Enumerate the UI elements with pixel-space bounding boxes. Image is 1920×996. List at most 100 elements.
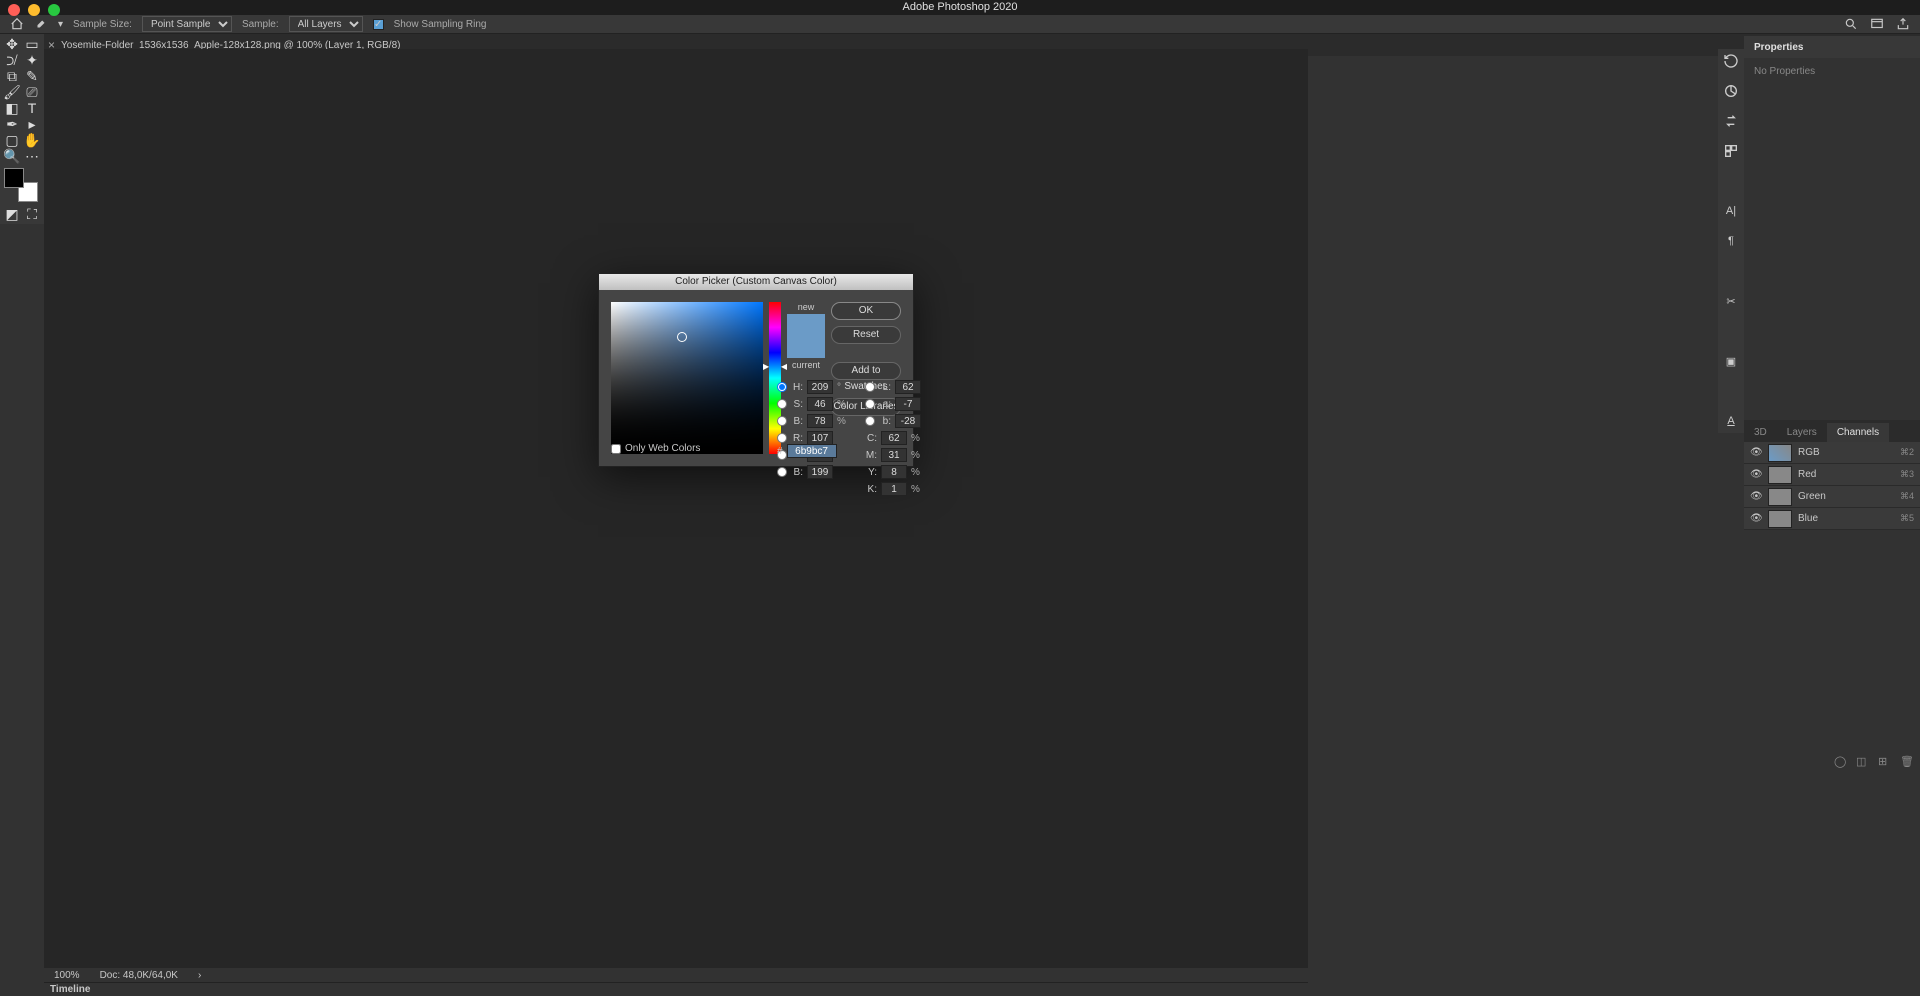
shape-tool-icon[interactable]: ▢ <box>2 132 22 148</box>
zoom-tool-icon[interactable]: 🔍 <box>2 148 22 164</box>
k-input[interactable] <box>881 482 907 496</box>
h-radio[interactable] <box>777 382 787 392</box>
brush-tool-icon[interactable]: 🖌 <box>2 84 22 100</box>
canvas-area[interactable] <box>44 49 1308 968</box>
channel-row-red[interactable]: 👁 Red ⌘3 <box>1744 464 1920 486</box>
marquee-tool-icon[interactable]: ▭ <box>22 36 42 52</box>
timeline-bar[interactable]: Timeline <box>44 982 1308 996</box>
a-input[interactable] <box>895 397 921 411</box>
minimize-window-button[interactable] <box>28 4 40 16</box>
tab-layers[interactable]: Layers <box>1777 423 1827 442</box>
bl-radio[interactable] <box>865 416 875 426</box>
channel-row-rgb[interactable]: 👁 RGB ⌘2 <box>1744 442 1920 464</box>
bl-label: b: <box>879 416 891 427</box>
hand-tool-icon[interactable]: ✋ <box>22 132 42 148</box>
h-input[interactable] <box>807 380 833 394</box>
quickmask-tool-icon[interactable]: ◩ <box>2 206 22 222</box>
delete-channel-icon[interactable]: 🗑 <box>1900 755 1912 767</box>
doc-info-chevron-icon[interactable]: › <box>198 970 201 981</box>
pct-unit: % <box>837 416 847 427</box>
br-radio[interactable] <box>777 467 787 477</box>
home-icon[interactable] <box>10 17 24 31</box>
l-input[interactable] <box>895 380 921 394</box>
channel-row-blue[interactable]: 👁 Blue ⌘5 <box>1744 508 1920 530</box>
new-color-swatch <box>787 314 825 336</box>
type-tool-icon[interactable]: T <box>22 100 42 116</box>
eyedropper-icon[interactable] <box>34 17 48 31</box>
a-radio[interactable] <box>865 399 875 409</box>
typekit-panel-icon[interactable]: A <box>1723 413 1739 429</box>
r-radio[interactable] <box>777 433 787 443</box>
add-to-swatches-button[interactable]: Add to Swatches <box>831 362 901 380</box>
show-sampling-ring-checkbox[interactable]: ✓ <box>373 19 384 30</box>
lasso-tool-icon[interactable]: ⟉ <box>2 52 22 68</box>
r-input[interactable] <box>807 431 833 445</box>
sample-size-label: Sample Size: <box>73 19 132 30</box>
swap-panel-icon[interactable] <box>1723 113 1739 129</box>
reset-button[interactable]: Reset <box>831 326 901 344</box>
hex-label: # <box>777 446 783 457</box>
clone-stamp-tool-icon[interactable]: ⎚ <box>22 84 42 100</box>
options-bar: ▾ Sample Size: Point Sample Sample: All … <box>0 15 1920 34</box>
edit-toolbar-icon[interactable]: ⋯ <box>22 148 42 164</box>
gradient-tool-icon[interactable]: ◧ <box>2 100 22 116</box>
screenmode-tool-icon[interactable]: ⛶ <box>22 206 42 222</box>
visibility-icon[interactable]: 👁 <box>1750 491 1762 503</box>
workspace-icon[interactable] <box>1870 17 1884 31</box>
channel-row-green[interactable]: 👁 Green ⌘4 <box>1744 486 1920 508</box>
color-field[interactable] <box>611 302 763 454</box>
br-input[interactable] <box>807 465 833 479</box>
tab-channels[interactable]: Channels <box>1827 423 1889 442</box>
m-label: M: <box>865 450 877 461</box>
r-label: R: <box>791 433 803 444</box>
visibility-icon[interactable]: 👁 <box>1750 447 1762 459</box>
doc-info[interactable]: Doc: 48,0K/64,0K <box>100 970 178 981</box>
zoom-field[interactable]: 100% <box>54 970 80 981</box>
s-input[interactable] <box>807 397 833 411</box>
bv-radio[interactable] <box>777 416 787 426</box>
tool-preset-chevron-icon[interactable]: ▾ <box>58 19 63 30</box>
maximize-window-button[interactable] <box>48 4 60 16</box>
hue-slider-thumb-icon[interactable]: ▶◀ <box>763 362 787 371</box>
web-colors-checkbox[interactable] <box>611 444 621 454</box>
s-radio[interactable] <box>777 399 787 409</box>
load-selection-icon[interactable]: ◯ <box>1834 755 1846 767</box>
bl-input[interactable] <box>895 414 921 428</box>
m-input[interactable] <box>881 448 907 462</box>
c-input[interactable] <box>881 431 907 445</box>
visibility-icon[interactable]: 👁 <box>1750 469 1762 481</box>
close-window-button[interactable] <box>8 4 20 16</box>
properties-tab[interactable]: Properties <box>1744 36 1920 58</box>
current-color-swatch[interactable] <box>787 336 825 358</box>
search-icon[interactable] <box>1844 17 1858 31</box>
eyedropper-tool-icon[interactable]: ✎ <box>22 68 42 84</box>
crop-tool-icon[interactable]: ⧉ <box>2 68 22 84</box>
libraries-panel-icon[interactable] <box>1723 143 1739 159</box>
hex-input[interactable] <box>787 444 837 458</box>
sample-select[interactable]: All Layers <box>289 16 363 32</box>
pen-tool-icon[interactable]: ✒ <box>2 116 22 132</box>
sample-size-select[interactable]: Point Sample <box>142 16 232 32</box>
bv-input[interactable] <box>807 414 833 428</box>
visibility-icon[interactable]: 👁 <box>1750 513 1762 525</box>
adjustments-panel-icon[interactable] <box>1723 83 1739 99</box>
glyphs-panel-icon[interactable]: ▣ <box>1723 353 1739 369</box>
l-radio[interactable] <box>865 382 875 392</box>
tools-panel: ✥▭ ⟉✦ ⧉✎ 🖌⎚ ◧T ✒▸ ▢✋ 🔍⋯ ◩⛶ <box>0 34 44 224</box>
new-channel-icon[interactable]: ⊞ <box>1878 755 1890 767</box>
modify-panel-icon[interactable]: ✂ <box>1723 293 1739 309</box>
move-tool-icon[interactable]: ✥ <box>2 36 22 52</box>
ok-button[interactable]: OK <box>831 302 901 320</box>
path-select-tool-icon[interactable]: ▸ <box>22 116 42 132</box>
color-picker-title: Color Picker (Custom Canvas Color) <box>599 274 913 290</box>
save-selection-icon[interactable]: ◫ <box>1856 755 1868 767</box>
share-icon[interactable] <box>1896 17 1910 31</box>
y-input[interactable] <box>881 465 907 479</box>
magic-wand-tool-icon[interactable]: ✦ <box>22 52 42 68</box>
history-panel-icon[interactable] <box>1723 53 1739 69</box>
paragraph-panel-icon[interactable]: ¶ <box>1723 233 1739 249</box>
foreground-color-swatch[interactable] <box>4 168 24 188</box>
tab-3d[interactable]: 3D <box>1744 423 1777 442</box>
pct-unit: % <box>911 484 921 495</box>
character-panel-icon[interactable]: A| <box>1723 203 1739 219</box>
